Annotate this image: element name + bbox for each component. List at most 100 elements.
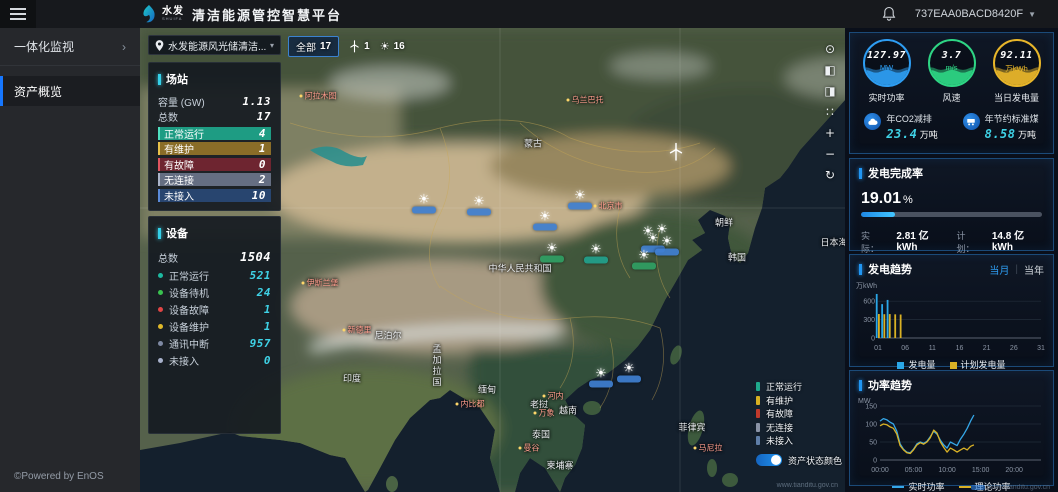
map-control-zoom-in-icon[interactable]: + <box>822 126 838 140</box>
panel-accent-bar <box>859 168 862 179</box>
station-name-pill <box>412 207 436 214</box>
device-status-label: 设备故障 <box>169 302 209 317</box>
map-control-layers-icon[interactable]: ∷ <box>822 105 838 119</box>
asset-status-color-toggle[interactable] <box>756 454 782 466</box>
svg-text:100: 100 <box>865 422 877 429</box>
gauge-ring: 3.7m/s <box>928 39 976 87</box>
station-info-row: 总数17 <box>158 109 271 124</box>
gen-trend-title: 发电趋势 <box>868 261 912 277</box>
station-select[interactable]: 水发能源风光储清洁... ▾ <box>148 35 281 55</box>
filter-solar-stations[interactable]: ☀ 16 <box>380 40 405 53</box>
gauge-unit: 万kWh <box>995 63 1039 74</box>
station-name-pill <box>568 203 592 210</box>
svg-text:15:00: 15:00 <box>972 467 990 474</box>
map-control-history-icon[interactable]: ⊙ <box>822 42 838 56</box>
svg-text:00:00: 00:00 <box>871 467 889 474</box>
status-label: 正常运行 <box>164 126 204 141</box>
station-name-pill <box>655 249 679 256</box>
device-total-value: 1504 <box>240 250 271 264</box>
svg-text:万kWh: 万kWh <box>856 282 877 290</box>
capital-dot-icon <box>519 447 522 450</box>
filter-all-count: 17 <box>320 41 331 52</box>
status-value: 2 <box>259 173 266 186</box>
map-region-label: 日本海 <box>820 236 847 249</box>
capital-dot-icon <box>694 447 697 450</box>
legend-realtime-power: 实时功率 <box>892 480 944 492</box>
filter-all-stations[interactable]: 全部 17 <box>288 36 339 57</box>
solar-station-marker[interactable]: ☀ <box>467 195 491 216</box>
co2-reduction-stat: 年CO2减排23.4 万吨 <box>864 112 937 143</box>
sun-icon: ☀ <box>595 367 607 380</box>
gauge-ring: 92.11 万kWh <box>993 39 1041 87</box>
notification-bell-icon[interactable] <box>881 6 897 22</box>
percent-sign: % <box>903 194 913 206</box>
device-total-label: 总数 <box>158 250 178 265</box>
solar-station-marker[interactable]: ☀ <box>617 362 641 383</box>
solar-station-marker[interactable]: ☀ <box>533 210 557 231</box>
sun-icon: ☀ <box>661 235 673 248</box>
legend-row: 有维护 <box>756 394 842 408</box>
gauge-ring: 127.97MW <box>863 39 911 87</box>
status-dot-icon <box>158 324 163 329</box>
map-control-pan-right-icon[interactable]: ◨ <box>822 84 838 98</box>
capital-dot-icon <box>343 329 346 332</box>
status-value: 4 <box>259 127 266 140</box>
stat-label: 年CO2减排 <box>886 112 937 125</box>
wind-turbine-marker[interactable] <box>668 142 684 162</box>
station-info-value: 1.13 <box>243 95 272 108</box>
solar-station-marker[interactable]: ☀ <box>655 235 679 256</box>
sun-icon: ☀ <box>473 195 485 208</box>
menu-hamburger-icon[interactable] <box>0 0 36 28</box>
stat-value: 23.4 <box>886 127 917 141</box>
gauge-value: 92.11 <box>995 50 1039 61</box>
station-status-row: 有维护1 <box>158 142 271 155</box>
station-name-pill <box>533 224 557 231</box>
tab-current-month[interactable]: 当月 <box>989 262 1009 277</box>
status-dot-icon <box>158 341 163 346</box>
filter-wind-count: 1 <box>364 41 370 52</box>
device-status-row: 设备待机24 <box>158 285 271 300</box>
svg-text:21: 21 <box>983 345 991 352</box>
station-info-value: 17 <box>257 110 271 123</box>
solar-station-marker[interactable]: ☀ <box>540 242 564 263</box>
legend-swatch-yellow <box>950 362 957 369</box>
svg-text:01: 01 <box>874 345 882 352</box>
sidebar-item-asset-overview[interactable]: 资产概览 <box>0 76 140 106</box>
generation-completion-panel: 发电完成率 19.01% 实际： 2.81 亿kWh 计划： 14.8 亿kWh <box>849 158 1054 251</box>
sidebar-item-monitoring[interactable]: 一体化监视› <box>0 28 140 66</box>
map-region-label: 尼泊尔 <box>374 329 401 342</box>
map-control-pan-left-icon[interactable]: ◧ <box>822 63 838 77</box>
stat-unit: 万吨 <box>1016 130 1037 140</box>
filter-wind-stations[interactable]: 1 <box>349 40 370 53</box>
account-device-dropdown[interactable]: 737EAA0BACD8420F ▼ <box>915 8 1036 20</box>
map-region-label: 柬埔寨 <box>546 459 573 472</box>
legend-color-bar <box>756 436 760 445</box>
device-card-title: 设备 <box>166 225 188 241</box>
solar-station-marker[interactable]: ☀ <box>632 249 656 270</box>
tab-current-year[interactable]: 当年 <box>1024 262 1044 277</box>
capital-dot-icon <box>302 282 305 285</box>
map-control-reset-view-icon[interactable]: ↻ <box>822 168 838 182</box>
device-status-label: 设备待机 <box>169 285 209 300</box>
coal-cart-icon <box>963 113 980 130</box>
status-value: 10 <box>252 189 266 202</box>
plan-label: 计划： <box>957 229 982 255</box>
filter-solar-count: 16 <box>394 41 405 52</box>
station-status-row: 无连接2 <box>158 173 271 186</box>
legend-color-bar <box>756 423 760 432</box>
solar-station-marker[interactable]: ☀ <box>568 189 592 210</box>
sun-icon: ☀ <box>380 40 390 53</box>
device-status-label: 设备维护 <box>169 319 209 334</box>
legend-line-blue <box>892 486 904 488</box>
solar-station-marker[interactable]: ☀ <box>584 243 608 264</box>
svg-text:06: 06 <box>901 345 909 352</box>
solar-station-marker[interactable]: ☀ <box>589 367 613 388</box>
station-name-pill <box>584 257 608 264</box>
legend-row: 正常运行 <box>756 380 842 394</box>
sidebar-item-label: 一体化监视 <box>14 38 74 55</box>
map-control-zoom-out-icon[interactable]: − <box>822 147 838 161</box>
map-region-label: 越南 <box>559 404 577 417</box>
station-status-row: 有故障0 <box>158 158 271 171</box>
station-status-row: 未接入10 <box>158 189 271 202</box>
solar-station-marker[interactable]: ☀ <box>412 193 436 214</box>
